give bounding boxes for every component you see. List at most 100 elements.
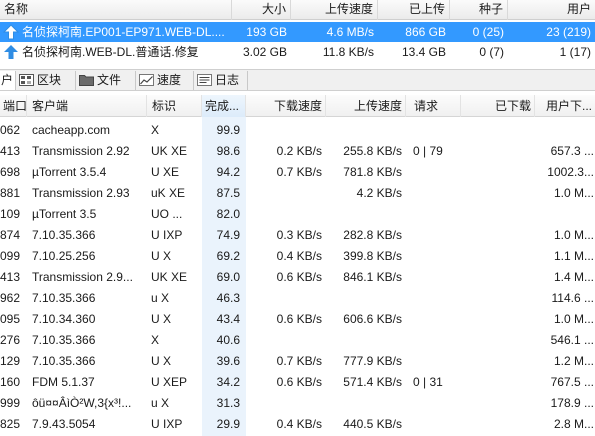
column-header-downloaded[interactable]: 已下载: [461, 95, 535, 117]
peer-peer-downloaded: 2.8 M...: [553, 417, 594, 431]
peer-port: 413: [0, 270, 21, 284]
peer-requests: [413, 120, 461, 141]
peer-done: 29.9: [216, 417, 240, 431]
torrent-seeds: 0 (25): [472, 25, 504, 39]
peer-down-speed: [246, 330, 322, 351]
tab-files[interactable]: 文件: [76, 71, 136, 90]
peer-port: 962: [0, 291, 21, 305]
torrent-row[interactable]: 名侦探柯南.EP001-EP971.WEB-DL.... 193 GB 4.6 …: [0, 22, 595, 42]
peer-row[interactable]: 999 ôü¤¤ÂìÒ²W,3{x³!... u X 31.3 178.9 ...: [0, 393, 595, 414]
peer-row[interactable]: 276 7.10.35.366 X 40.6 546.1 ...: [0, 330, 595, 351]
peer-down-speed: [246, 204, 322, 225]
peer-down-speed: [246, 183, 322, 204]
peer-requests: [413, 288, 461, 309]
peer-row[interactable]: 129 7.10.35.366 U X 39.6 0.7 KB/s 777.9 KB/s 1…: [0, 351, 595, 372]
peer-port: 099: [0, 249, 21, 263]
peer-row[interactable]: 962 7.10.35.366 u X 46.3 114.6 ...: [0, 288, 595, 309]
peer-row[interactable]: 413 Transmission 2.9... UK XE 69.0 0.6 KB/s 8…: [0, 267, 595, 288]
peer-flags: U XEP: [151, 375, 188, 389]
peer-client: 7.10.25.256: [32, 249, 96, 263]
peer-client: 7.10.35.366: [32, 228, 96, 242]
peer-up-speed: 571.4 KB/s: [343, 375, 402, 389]
peer-row[interactable]: 874 7.10.35.366 U IXP 74.9 0.3 KB/s 282.8 KB/…: [0, 225, 595, 246]
peer-row[interactable]: 109 µTorrent 3.5 UO ... 82.0: [0, 204, 595, 225]
peer-flags: X: [151, 123, 160, 137]
peer-downloaded: [461, 309, 531, 330]
tab-log-label: 日志: [215, 73, 240, 87]
column-header-done[interactable]: 完成...: [202, 95, 246, 117]
peer-flags: U XE: [151, 165, 180, 179]
peer-up-speed: 777.9 KB/s: [343, 354, 402, 368]
tab-log[interactable]: 日志: [194, 71, 248, 90]
column-header-down-speed[interactable]: 下载速度: [246, 95, 326, 117]
peer-port: 881: [0, 186, 21, 200]
tab-speed[interactable]: 速度: [136, 71, 194, 90]
tab-pieces[interactable]: 区块: [16, 71, 76, 90]
peer-done: 69.2: [216, 249, 240, 263]
peer-flags: u X: [151, 396, 170, 410]
peer-up-speed: 781.8 KB/s: [343, 165, 402, 179]
tab-peers[interactable]: 户: [0, 71, 16, 90]
peer-done: 34.2: [216, 375, 240, 389]
peer-flags: U X: [151, 249, 172, 263]
column-header-seeds[interactable]: 种子: [450, 0, 508, 20]
column-header-port[interactable]: 端口: [0, 95, 27, 117]
peer-requests: [413, 246, 461, 267]
column-header-peers[interactable]: 用户: [508, 0, 595, 20]
detail-tab-bar: 户 区块 文件 速度 日志: [0, 69, 595, 91]
column-header-size[interactable]: 大小: [232, 0, 291, 20]
peer-client: Transmission 2.92: [32, 144, 130, 158]
column-header-client[interactable]: 客户端: [27, 95, 147, 117]
column-header-requests[interactable]: 请求: [406, 95, 461, 117]
peer-up-speed: 440.5 KB/s: [343, 417, 402, 431]
peer-done: 31.3: [216, 396, 240, 410]
column-header-name[interactable]: 名称: [0, 0, 232, 20]
peer-row[interactable]: 099 7.10.25.256 U X 69.2 0.4 KB/s 399.8 KB/s 1…: [0, 246, 595, 267]
peer-peer-downloaded: 1.0 M...: [553, 312, 594, 326]
peer-downloaded: [461, 141, 531, 162]
column-header-upload-speed[interactable]: 上传速度: [291, 0, 378, 20]
torrent-row[interactable]: 名侦探柯南.WEB-DL.普通话.修复 3.02 GB 11.8 KB/s 13…: [0, 42, 595, 62]
torrent-list-header: 名称 大小 上传速度 已上传 种子 用户: [0, 0, 595, 20]
column-header-up-speed[interactable]: 上传速度: [326, 95, 406, 117]
peer-client: Transmission 2.9...: [32, 270, 133, 284]
peer-port: 129: [0, 354, 21, 368]
peer-row[interactable]: 698 µTorrent 3.5.4 U XE 94.2 0.7 KB/s 781.8 K…: [0, 162, 595, 183]
peer-peer-downloaded: 114.6 ...: [551, 291, 594, 305]
peer-down-speed: 0.7 KB/s: [276, 165, 322, 179]
peer-requests: [413, 351, 461, 372]
peer-up-speed: [326, 120, 402, 141]
peer-flags: U IXP: [151, 417, 183, 431]
speed-graph-icon: [139, 74, 154, 86]
peer-requests: 0 | 31: [413, 375, 443, 389]
peer-up-speed: 846.1 KB/s: [343, 270, 402, 284]
peer-downloaded: [461, 372, 531, 393]
peer-flags: U IXP: [151, 228, 183, 242]
torrent-size: 193 GB: [246, 25, 287, 39]
peer-done: 39.6: [216, 354, 240, 368]
peer-port: 160: [0, 375, 21, 389]
column-header-flags[interactable]: 标识: [147, 95, 202, 117]
peer-row[interactable]: 062 cacheapp.com X 99.9: [0, 120, 595, 141]
torrent-peers: 1 (17): [559, 45, 591, 59]
peer-row[interactable]: 095 7.10.34.360 U X 43.4 0.6 KB/s 606.6 KB/s 1…: [0, 309, 595, 330]
peer-flags: U X: [151, 312, 172, 326]
peer-client: 7.10.35.366: [32, 333, 96, 347]
peer-row[interactable]: 413 Transmission 2.92 UK XE 98.6 0.2 KB/s 255…: [0, 141, 595, 162]
column-header-peer-downloaded[interactable]: 用户下...: [535, 95, 595, 117]
column-header-uploaded[interactable]: 已上传: [378, 0, 450, 20]
torrent-peers: 23 (219): [546, 25, 591, 39]
peer-row[interactable]: 881 Transmission 2.93 uK XE 87.5 4.2 KB/s 1.0…: [0, 183, 595, 204]
upload-arrow-icon: [4, 45, 18, 59]
peer-client: ôü¤¤ÂìÒ²W,3{x³!...: [32, 396, 132, 410]
peer-row[interactable]: 825 7.9.43.5054 U IXP 29.9 0.4 KB/s 440.5 KB/…: [0, 414, 595, 435]
peer-up-speed: 606.6 KB/s: [343, 312, 402, 326]
peer-requests: [413, 309, 461, 330]
peer-downloaded: [461, 393, 531, 414]
peer-requests: [413, 183, 461, 204]
peer-row[interactable]: 160 FDM 5.1.37 U XEP 34.2 0.6 KB/s 571.4 KB/s…: [0, 372, 595, 393]
peer-flags: U X: [151, 354, 172, 368]
torrent-uploaded: 13.4 GB: [401, 45, 446, 59]
peer-done: 94.2: [216, 165, 240, 179]
peer-downloaded: [461, 330, 531, 351]
